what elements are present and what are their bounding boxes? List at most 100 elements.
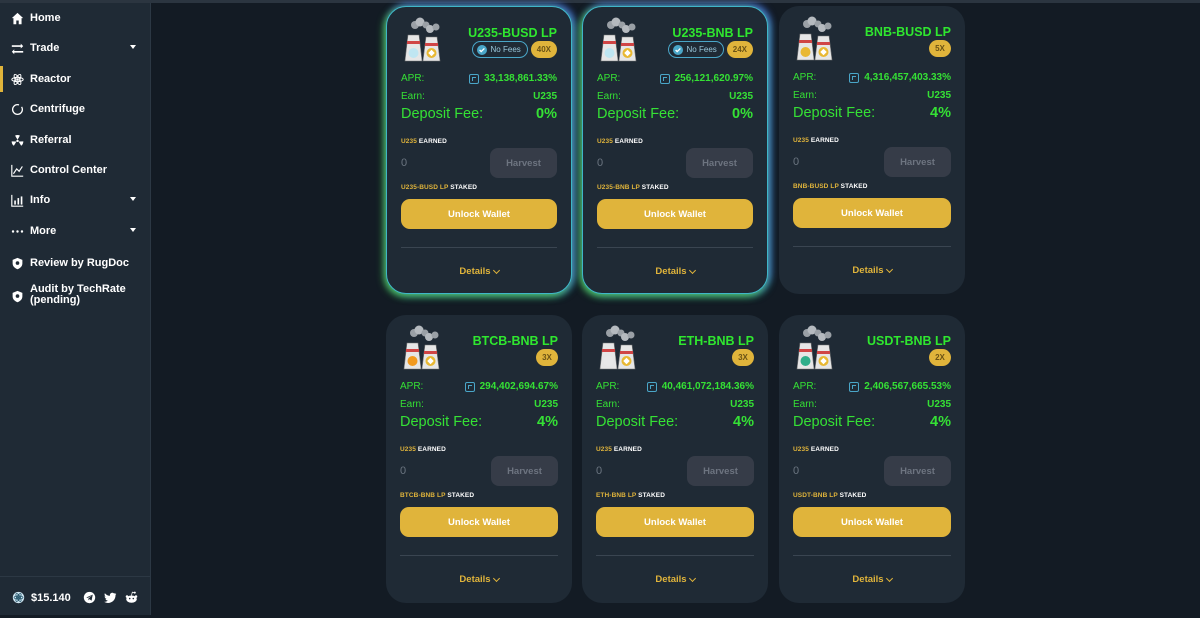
harvest-button[interactable]: Harvest — [686, 148, 753, 178]
earn-token: U235 — [533, 91, 557, 102]
sidebar-item-home[interactable]: Home — [0, 5, 150, 31]
sidebar-item-label: Home — [30, 12, 61, 24]
sidebar: Home Trade Reactor Centrifuge Referral C… — [0, 3, 151, 615]
details-toggle[interactable]: Details — [387, 266, 571, 277]
chevron-down-icon — [688, 266, 696, 274]
earn-row: Earn: U235 — [401, 91, 557, 102]
check-icon — [476, 44, 487, 55]
chevron-down-icon — [130, 197, 136, 201]
earn-label: Earn: — [401, 91, 425, 102]
unlock-wallet-button[interactable]: Unlock Wallet — [793, 507, 951, 537]
sidebar-item-trade[interactable]: Trade — [0, 35, 150, 61]
sidebar-item-info[interactable]: Info — [0, 187, 150, 213]
token-logo-icon — [12, 591, 25, 604]
sidebar-item-label: Reactor — [30, 73, 71, 85]
details-toggle[interactable]: Details — [386, 574, 572, 585]
card-divider — [597, 247, 753, 248]
apr-row: APR: 4,316,457,403.33% — [793, 72, 951, 83]
sidebar-item-audit-techrate[interactable]: Audit by TechRate (pending) — [0, 283, 150, 313]
sidebar-item-label: Referral — [30, 134, 72, 146]
staked-label: U235-BUSD LP STAKED — [401, 184, 478, 191]
farm-card: U235-BNB LP No Fees 24X APR: 256,121,620… — [582, 6, 768, 294]
calculator-icon[interactable] — [849, 72, 860, 83]
earned-label: U235 EARNED — [596, 446, 642, 453]
calculator-icon[interactable] — [659, 73, 670, 84]
farm-badges: No Fees 40X — [471, 41, 557, 58]
details-toggle[interactable]: Details — [779, 265, 965, 276]
unlock-wallet-button[interactable]: Unlock Wallet — [400, 507, 558, 537]
harvest-button[interactable]: Harvest — [884, 456, 951, 486]
staked-label: ETH-BNB LP STAKED — [596, 492, 665, 499]
deposit-fee-label: Deposit Fee: — [596, 414, 679, 430]
farm-badges: No Fees 24X — [667, 41, 753, 58]
details-toggle[interactable]: Details — [583, 266, 767, 277]
shield-icon — [10, 256, 24, 270]
sidebar-item-more[interactable]: More — [0, 218, 150, 244]
calculator-icon[interactable] — [464, 381, 475, 392]
farm-title: ETH-BNB LP — [678, 334, 754, 348]
harvest-button[interactable]: Harvest — [884, 147, 951, 177]
sidebar-footer: $15.140 — [0, 576, 150, 618]
earn-label: Earn: — [793, 399, 817, 410]
calculator-icon[interactable] — [849, 381, 860, 392]
sidebar-item-review-rugdoc[interactable]: Review by RugDoc — [0, 250, 150, 276]
ring-icon — [10, 102, 24, 116]
harvest-button[interactable]: Harvest — [490, 148, 557, 178]
sidebar-item-reactor[interactable]: Reactor — [0, 66, 150, 92]
deposit-fee-value: 4% — [537, 414, 558, 430]
deposit-fee-row: Deposit Fee: 4% — [793, 414, 951, 430]
earned-label: U235 EARNED — [597, 138, 643, 145]
sidebar-item-label: Info — [30, 194, 51, 206]
farm-badges: 5X — [929, 40, 951, 57]
earn-label: Earn: — [793, 90, 817, 101]
reactor-logo-icon — [596, 325, 638, 371]
calculator-icon[interactable] — [646, 381, 657, 392]
no-fees-label: No Fees — [686, 45, 717, 54]
sidebar-item-label: Centrifuge — [30, 103, 85, 115]
sidebar-item-centrifuge[interactable]: Centrifuge — [0, 96, 150, 122]
atom-icon — [10, 72, 24, 86]
radiation-icon — [10, 133, 24, 147]
staked-label: BNB-BUSD LP STAKED — [793, 183, 868, 190]
card-divider — [400, 555, 558, 556]
deposit-fee-row: Deposit Fee: 0% — [597, 106, 753, 122]
telegram-icon[interactable] — [83, 591, 96, 604]
unlock-wallet-button[interactable]: Unlock Wallet — [793, 198, 951, 228]
reddit-icon[interactable] — [125, 591, 138, 604]
chevron-down-icon — [492, 574, 500, 582]
earn-row: Earn: U235 — [596, 399, 754, 410]
home-icon — [10, 11, 24, 25]
harvest-button[interactable]: Harvest — [687, 456, 754, 486]
sidebar-item-referral[interactable]: Referral — [0, 127, 150, 153]
apr-value: 256,121,620.97% — [674, 73, 753, 84]
unlock-wallet-button[interactable]: Unlock Wallet — [597, 199, 753, 229]
staked-label: BTCB-BNB LP STAKED — [400, 492, 475, 499]
chevron-down-icon — [885, 265, 893, 273]
farm-title: U235-BUSD LP — [468, 26, 557, 40]
no-fees-badge: No Fees — [471, 41, 528, 58]
farm-badges: 2X — [929, 349, 951, 366]
earned-value: 0 — [400, 465, 407, 477]
deposit-fee-label: Deposit Fee: — [793, 105, 876, 121]
reactor-logo-icon — [793, 16, 835, 62]
details-toggle[interactable]: Details — [779, 574, 965, 585]
earned-label: U235 EARNED — [793, 446, 839, 453]
staked-label: USDT-BNB LP STAKED — [793, 492, 867, 499]
twitter-icon[interactable] — [103, 591, 117, 604]
details-toggle[interactable]: Details — [582, 574, 768, 585]
apr-row: APR: 294,402,694.67% — [400, 381, 558, 392]
farm-card: U235-BUSD LP No Fees 40X APR: 33,138,861… — [386, 6, 572, 294]
details-label: Details — [655, 266, 687, 277]
calculator-icon[interactable] — [469, 73, 480, 84]
earn-token: U235 — [534, 399, 558, 410]
bar-chart-icon — [10, 193, 24, 207]
apr-row: APR: 40,461,072,184.36% — [596, 381, 754, 392]
unlock-wallet-button[interactable]: Unlock Wallet — [596, 507, 754, 537]
multiplier-badge: 5X — [929, 40, 951, 57]
sidebar-item-control-center[interactable]: Control Center — [0, 157, 150, 183]
earned-label: U235 EARNED — [401, 138, 447, 145]
earn-row: Earn: U235 — [793, 399, 951, 410]
apr-label: APR: — [400, 381, 424, 392]
harvest-button[interactable]: Harvest — [491, 456, 558, 486]
unlock-wallet-button[interactable]: Unlock Wallet — [401, 199, 557, 229]
